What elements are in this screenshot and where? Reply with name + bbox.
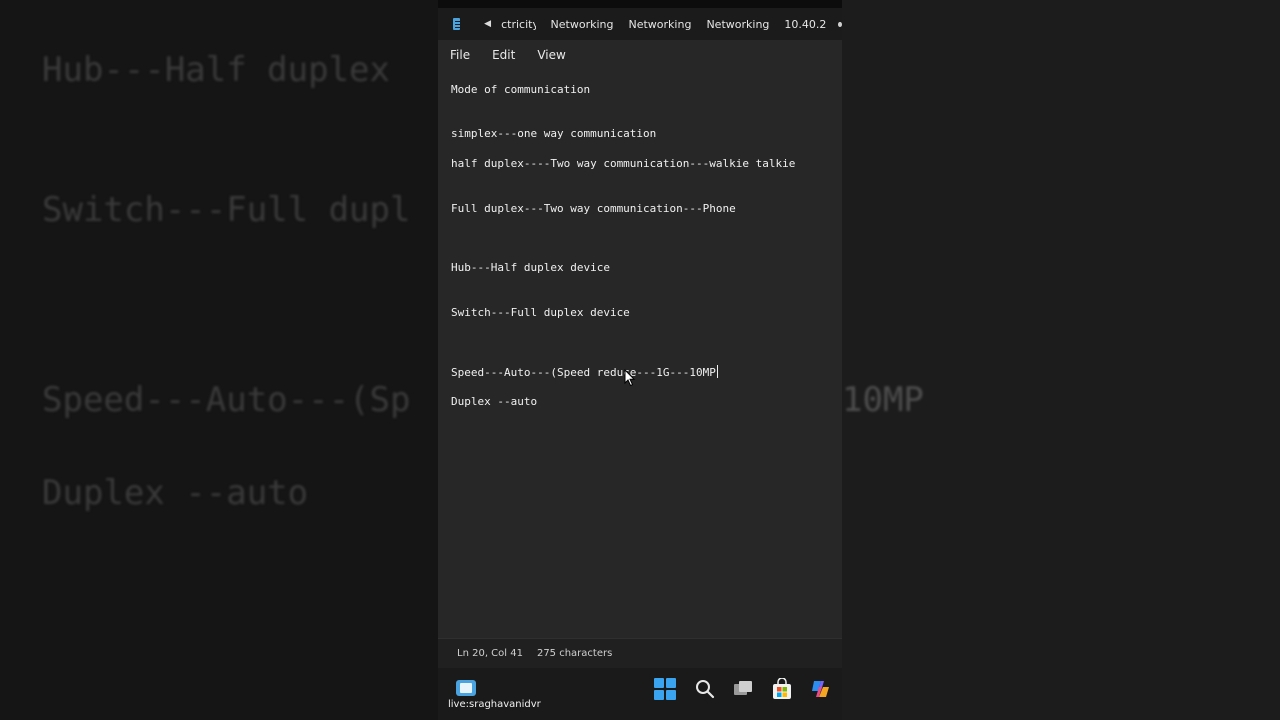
tab-scroll-left-icon[interactable]: ◀	[484, 19, 491, 29]
editor-line: Mode of communication	[451, 83, 591, 96]
editor-line: half duplex----Two way communication---w…	[451, 157, 796, 170]
unsaved-dot-icon	[838, 21, 842, 27]
editor-line-current: Speed---Auto---(Speed reduce---1G---10MP	[451, 365, 718, 379]
editor-line: Hub---Half duplex device	[451, 261, 610, 274]
live-label: live:sraghavanidvr	[448, 698, 541, 711]
editor-line: Full duplex---Two way communication---Ph…	[451, 202, 736, 215]
start-windows-icon[interactable]	[654, 678, 676, 700]
tab-networking-2[interactable]: Networking	[629, 18, 692, 31]
bg-dim-overlay	[0, 0, 438, 720]
character-count: 275 characters	[536, 648, 613, 659]
menu-view[interactable]: View	[537, 48, 565, 62]
menu-bar: File Edit View	[438, 40, 842, 70]
cursor-position: Ln 20, Col 41	[457, 648, 523, 659]
editor-line: simplex---one way communication	[451, 127, 657, 140]
taskbar: live:sraghavanidvr	[438, 668, 842, 720]
notepad-app-icon	[453, 18, 462, 30]
notepad-window: ◀ ctricity N Networking Networking Netwo…	[438, 0, 842, 720]
editor-line: Duplex --auto	[451, 395, 538, 408]
menu-file[interactable]: File	[450, 48, 470, 62]
editor-line: Switch---Full duplex device	[451, 306, 630, 319]
bg-right-fragment: 10MP	[842, 380, 924, 420]
menu-edit[interactable]: Edit	[492, 48, 515, 62]
text-editor[interactable]: Mode of communication simplex---one way …	[438, 70, 842, 638]
status-bar: Ln 20, Col 41 275 characters	[438, 638, 842, 668]
text-caret	[716, 365, 718, 378]
copilot-icon[interactable]	[809, 678, 831, 700]
tab-networking-3[interactable]: Networking	[706, 18, 769, 31]
microsoft-store-icon[interactable]	[771, 677, 793, 700]
editor-line-current-text: Speed---Auto---(Speed reduce---1G---10MP	[451, 366, 716, 379]
widgets-icon[interactable]	[456, 680, 476, 696]
tab-bar: ◀ ctricity N Networking Networking Netwo…	[438, 0, 842, 40]
search-icon[interactable]	[694, 678, 716, 700]
tab-networking-1[interactable]: Networking	[551, 18, 614, 31]
tab-electricity[interactable]: ctricity N	[501, 18, 535, 31]
tab-ip-address[interactable]: 10.40.2	[784, 18, 826, 31]
task-view-icon[interactable]	[732, 678, 754, 700]
